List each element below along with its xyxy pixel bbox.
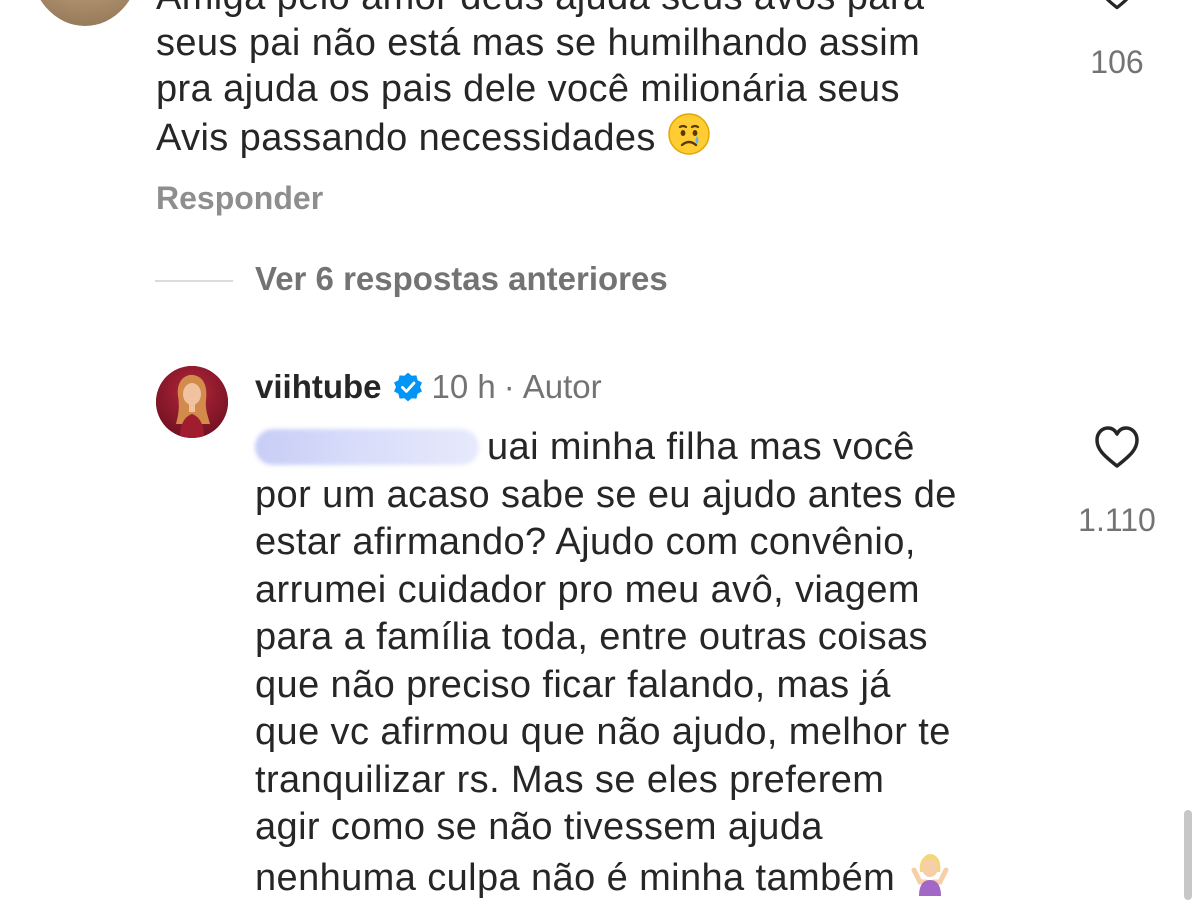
- like-count: 1.110: [1062, 502, 1172, 539]
- reply-line: uai minha filha mas você: [255, 424, 1055, 472]
- author-avatar[interactable]: [156, 366, 228, 438]
- comment-text: Amiga pelo amor deus ajuda seus avós par…: [156, 0, 1036, 167]
- view-previous-replies-button[interactable]: Ver 6 respostas anteriores: [255, 260, 668, 298]
- comment-line-text: Avis passando necessidades: [156, 117, 656, 159]
- reply-line: estar afirmando? Ajudo com convênio,: [255, 519, 1055, 567]
- reply-line: que vc afirmou que não ajudo, melhor te: [255, 709, 1055, 757]
- scrollbar[interactable]: [1184, 810, 1192, 900]
- timestamp: 10 h: [432, 368, 496, 406]
- replies-divider: [155, 280, 233, 282]
- heart-icon[interactable]: [1093, 424, 1141, 470]
- crying-face-icon: [667, 112, 711, 167]
- reply-text: uai minha filha mas você por um acaso sa…: [255, 424, 1055, 908]
- comment-line: pra ajuda os pais dele você milionária s…: [156, 66, 1036, 112]
- verified-badge-icon: [392, 371, 424, 403]
- separator-dot: ·: [504, 368, 515, 406]
- reply-line-text: uai minha filha mas você: [487, 426, 915, 468]
- reply-line: por um acaso sabe se eu ajudo antes de: [255, 472, 1055, 520]
- username[interactable]: viihtube: [255, 368, 382, 406]
- reply-header: viihtube 10 h · Autor: [255, 368, 602, 406]
- reply-line: para a família toda, entre outras coisas: [255, 614, 1055, 662]
- reply-button[interactable]: Responder: [156, 180, 323, 217]
- heart-icon[interactable]: [1095, 0, 1139, 14]
- reply-line: agir como se não tivessem ajuda: [255, 804, 1055, 852]
- reply-line-text: nenhuma culpa não é minha também: [255, 857, 895, 899]
- reply-line: arrumei cuidador pro meu avô, viagem: [255, 567, 1055, 615]
- commenter-avatar[interactable]: [30, 0, 140, 26]
- author-label: Autor: [523, 368, 602, 406]
- like-count: 106: [1072, 44, 1162, 81]
- reply-line: tranquilizar rs. Mas se eles preferem: [255, 757, 1055, 805]
- comment-line: Avis passando necessidades: [156, 112, 1036, 167]
- blurred-mention[interactable]: [255, 429, 479, 465]
- reply-line: que não preciso ficar falando, mas já: [255, 662, 1055, 710]
- comment-line: Amiga pelo amor deus ajuda seus avós par…: [156, 0, 1036, 20]
- comment-line: seus pai não está mas se humilhando assi…: [156, 20, 1036, 66]
